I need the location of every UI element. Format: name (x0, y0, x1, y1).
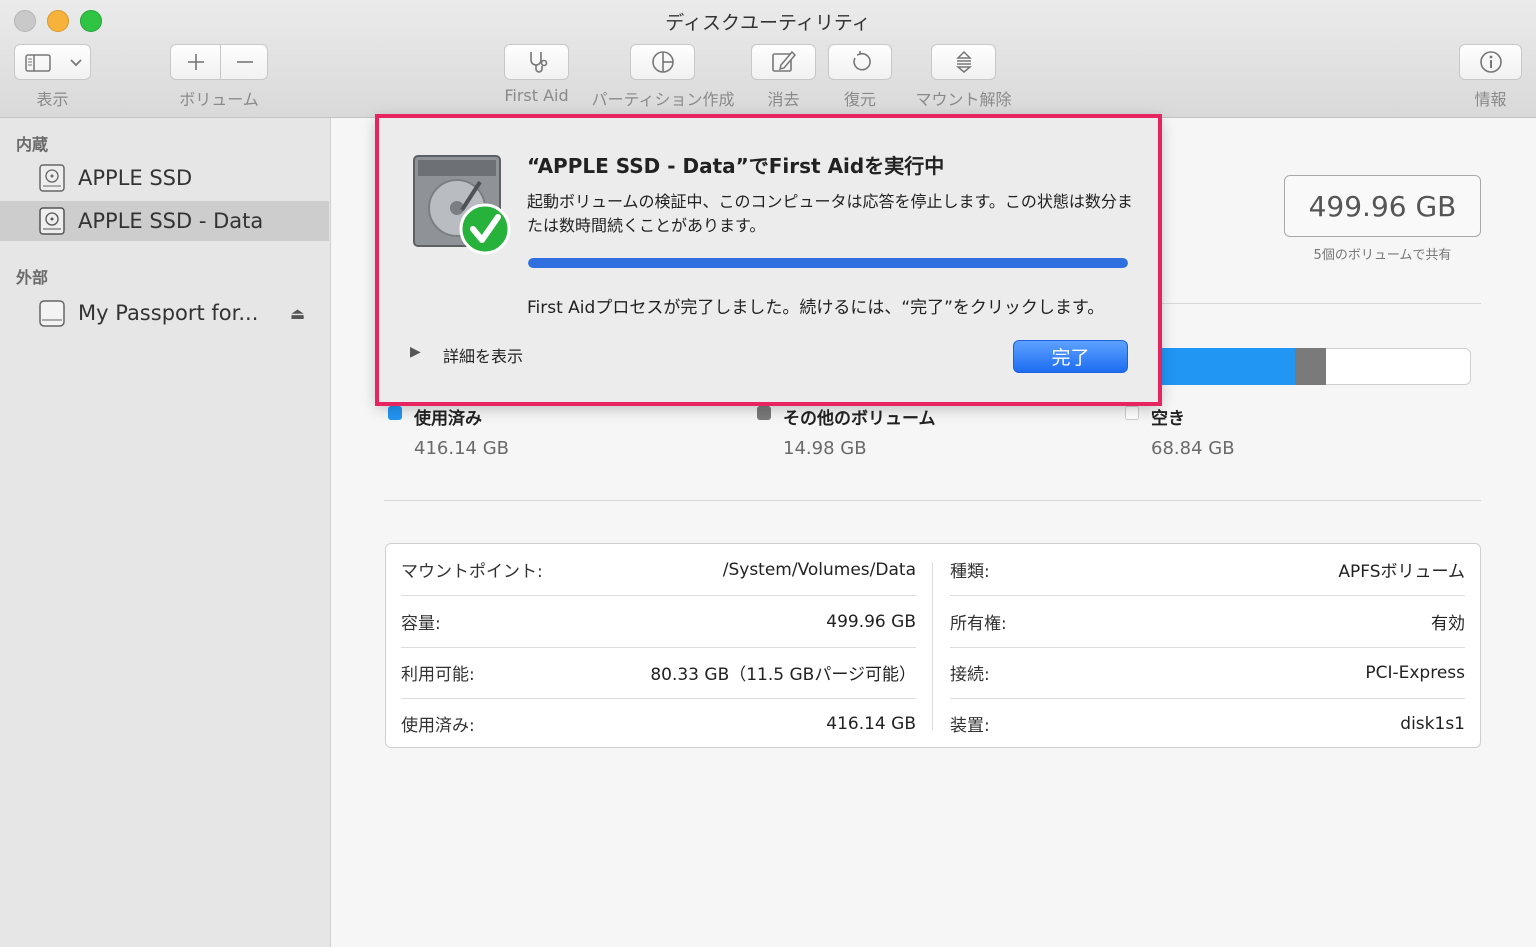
restore-arrow-icon (853, 51, 871, 71)
stethoscope-icon (529, 52, 547, 73)
sidebar-item-label: APPLE SSD - Data (78, 209, 264, 233)
divider (384, 500, 1481, 501)
info-key: マウントポイント: (401, 562, 543, 582)
view-button[interactable] (14, 44, 91, 80)
capacity-display: 499.96 GB (1284, 175, 1481, 237)
info-row-connection: 接続: PCI-Express (950, 647, 1465, 698)
eject-icon[interactable]: ⏏ (290, 304, 305, 323)
info-row-type: 種類: APFSボリューム (950, 544, 1465, 595)
free-legend-value: 68.84 GB (1151, 438, 1235, 459)
free-legend-swatch (1125, 406, 1139, 420)
info-value: 416.14 GB (826, 713, 916, 734)
erase-button[interactable] (751, 44, 816, 80)
other-legend-value: 14.98 GB (783, 438, 867, 459)
free-legend-label: 空き (1151, 409, 1185, 429)
restore-label: 復元 (843, 90, 876, 109)
column-divider (932, 562, 933, 730)
restore-button[interactable] (828, 44, 892, 80)
remove-volume-button[interactable] (221, 45, 268, 79)
erase-label: 消去 (767, 90, 800, 109)
sidebar-item-label: APPLE SSD (78, 166, 193, 190)
other-legend-swatch (757, 406, 771, 420)
pie-icon (651, 51, 674, 73)
dialog-message: 起動ボリュームの検証中、このコンピュータは応答を停止します。この状態は数分または… (527, 192, 1133, 235)
info-key: 容量: (401, 614, 441, 634)
disk-utility-window: ディスクユーティリティ 表示 ボリューム First Aid パーティション作成… (0, 0, 1536, 947)
sidebar-item-label: My Passport for... (78, 301, 259, 325)
minus-icon (236, 61, 253, 63)
usage-bar-other (1295, 348, 1326, 385)
plus-icon (187, 54, 204, 70)
unmount-button[interactable] (931, 44, 996, 80)
info-button[interactable] (1459, 44, 1522, 80)
info-value: disk1s1 (1400, 713, 1465, 734)
info-row-available: 利用可能: 80.33 GB（11.5 GBパージ可能） (401, 647, 916, 698)
info-row-used: 使用済み: 416.14 GB (401, 698, 916, 749)
unmount-label: マウント解除 (915, 90, 1012, 109)
volume-label: ボリューム (179, 90, 259, 109)
volume-info-table: マウントポイント: /System/Volumes/Data 容量: 499.9… (385, 543, 1481, 748)
sidebar: 内蔵 APPLE SSD APPLE SSD - Data 外部 My Pass… (0, 118, 331, 947)
info-row-device: 装置: disk1s1 (950, 698, 1465, 749)
info-value: 有効 (1431, 614, 1465, 634)
dialog-title: “APPLE SSD - Data”でFirst Aidを実行中 (527, 154, 945, 178)
partition-button[interactable] (630, 44, 695, 80)
info-key: 接続: (950, 665, 990, 685)
volume-segment (170, 44, 268, 80)
usage-bar-used (1160, 348, 1295, 385)
disclosure-triangle-icon[interactable]: ▶ (410, 344, 421, 360)
sidebar-item-apple-ssd[interactable]: APPLE SSD (0, 158, 329, 198)
done-button[interactable]: 完了 (1013, 340, 1128, 373)
pencil-edit-icon (771, 50, 796, 72)
add-volume-button[interactable] (171, 45, 220, 79)
info-key: 利用可能: (401, 665, 475, 685)
view-label: 表示 (36, 90, 69, 109)
partition-label: パーティション作成 (591, 90, 735, 109)
info-key: 所有権: (950, 614, 1007, 634)
usage-bar-free (1326, 348, 1471, 385)
info-key: 使用済み: (401, 716, 475, 736)
internal-disk-icon (38, 163, 66, 193)
unmount-icon (955, 50, 972, 73)
used-legend-value: 416.14 GB (414, 438, 510, 459)
dialog-status: First Aidプロセスが完了しました。続けるには、“完了”をクリックします。 (527, 298, 1105, 318)
info-label: 情報 (1474, 90, 1507, 109)
external-disk-icon (38, 298, 66, 328)
internal-section-header: 内蔵 (16, 135, 49, 154)
used-legend-label: 使用済み (414, 409, 482, 429)
show-details-toggle[interactable]: 詳細を表示 (443, 343, 523, 367)
info-value: /System/Volumes/Data (722, 559, 916, 580)
info-key: 種類: (950, 562, 990, 582)
external-section-header: 外部 (16, 268, 49, 287)
info-key: 装置: (950, 716, 990, 736)
first-aid-progress-bar (528, 258, 1128, 268)
toolbar: ディスクユーティリティ 表示 ボリューム First Aid パーティション作成… (0, 0, 1536, 118)
hard-drive-checkmark-icon (410, 152, 514, 260)
info-row-ownership: 所有権: 有効 (950, 596, 1465, 647)
sidebar-icon (25, 54, 51, 76)
info-icon (1479, 51, 1502, 73)
shared-volumes-note: 5個のボリュームで共有 (1313, 248, 1452, 263)
info-value: 499.96 GB (826, 611, 916, 632)
info-row-mount-point: マウントポイント: /System/Volumes/Data (401, 544, 916, 595)
used-legend-swatch (388, 406, 402, 420)
other-legend-label: その他のボリューム (783, 409, 936, 429)
sidebar-item-my-passport[interactable]: My Passport for... ⏏ (0, 293, 329, 333)
first-aid-button[interactable] (504, 44, 569, 80)
info-value: APFSボリューム (1338, 562, 1465, 582)
info-value: 80.33 GB（11.5 GBパージ可能） (650, 665, 916, 685)
internal-disk-icon (38, 206, 66, 236)
chevron-down-icon (69, 54, 83, 73)
info-value: PCI-Express (1365, 662, 1465, 683)
window-title: ディスクユーティリティ (665, 12, 871, 34)
sidebar-item-apple-ssd-data[interactable]: APPLE SSD - Data (0, 201, 329, 241)
info-row-capacity: 容量: 499.96 GB (401, 596, 916, 647)
progress-fill (528, 258, 1128, 268)
first-aid-label: First Aid (504, 86, 569, 105)
